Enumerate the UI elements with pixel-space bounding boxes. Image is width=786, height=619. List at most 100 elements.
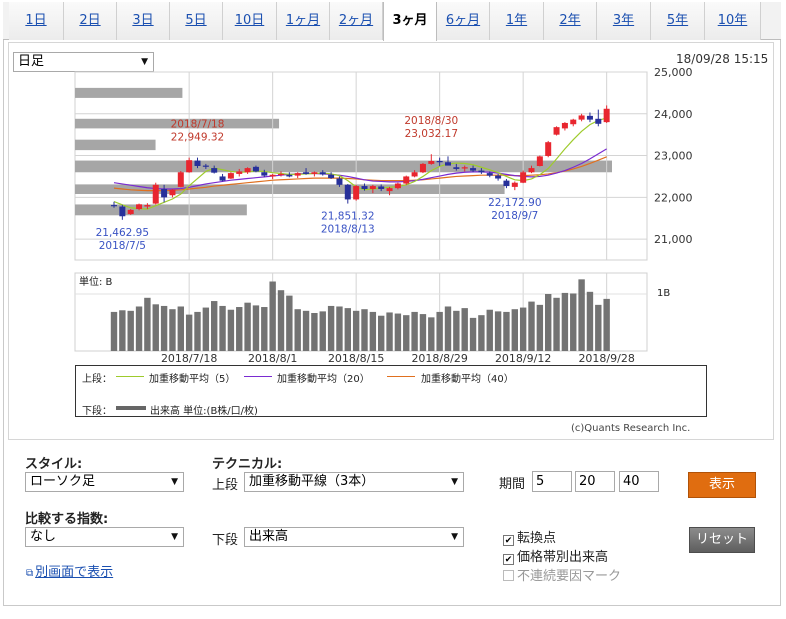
volume-bar	[369, 311, 377, 351]
candle-up	[369, 186, 376, 189]
date-tick-label: 2018/9/28	[578, 352, 634, 365]
style-label: スタイル:	[25, 457, 83, 472]
volume-bar	[135, 306, 143, 351]
volume-bar	[378, 315, 385, 351]
annotation-date: 2018/7/18	[171, 119, 225, 131]
price-tick-label: 21,000	[654, 233, 693, 246]
volume-bar	[169, 309, 176, 351]
legend-volume: 出来高 単位:(B株/口/枚)	[150, 406, 258, 417]
date-tick-label: 2018/7/18	[161, 352, 217, 365]
candle-down	[436, 160, 443, 163]
annotation-value: 22,949.32	[171, 132, 224, 144]
period-input-mid[interactable]: 20	[575, 471, 615, 492]
volume-bar	[394, 313, 402, 351]
candle-down	[119, 206, 126, 217]
candle-down	[344, 184, 351, 200]
checkmark-icon: ✔	[503, 554, 514, 565]
reset-button[interactable]: リセット	[689, 527, 755, 553]
period-label: 期間	[499, 477, 526, 492]
volume-bar	[352, 310, 360, 351]
upper-technical-select[interactable]: 加重移動平線（3本） ▼	[244, 472, 464, 492]
lower-technical-select[interactable]: 出来高 ▼	[244, 527, 464, 547]
candle-down	[486, 173, 493, 176]
volume-bar	[453, 310, 460, 351]
price-chart: 21,000 22,000 23,000 24,000 25,000 2018/7/18…	[74, 66, 693, 365]
volume-bar	[177, 306, 184, 351]
volume-bar	[219, 305, 226, 351]
volume-bar	[327, 305, 335, 351]
volume-bar	[110, 311, 118, 351]
volume-profile-band	[75, 139, 156, 151]
volume-bar	[336, 306, 343, 351]
technical-label: テクニカル:	[212, 457, 283, 472]
candle-down	[252, 166, 259, 172]
checkbox-volume-profile[interactable]: ✔ 価格帯別出来高	[503, 546, 608, 565]
candle-down	[470, 168, 477, 171]
show-button[interactable]: 表示	[688, 472, 756, 498]
candle-down	[111, 205, 117, 207]
new-window-link[interactable]: ⧉ 別画面で表示	[26, 561, 113, 580]
candle-down	[378, 186, 385, 189]
candle-down	[286, 174, 293, 177]
compare-select[interactable]: なし ▼	[25, 527, 184, 547]
candle-down	[202, 165, 209, 167]
volume-bar	[236, 307, 243, 351]
upper-technical-value: 加重移動平線（3本）	[249, 474, 375, 489]
volume-bar	[119, 310, 126, 351]
volume-profile-band	[75, 87, 183, 98]
lower-label: 下段	[212, 533, 239, 548]
volume-bar	[361, 309, 368, 351]
chevron-down-icon: ▼	[451, 532, 458, 542]
volume-bar	[227, 309, 235, 351]
checkbox-empty-icon	[503, 570, 514, 581]
candle-down	[319, 172, 326, 175]
candle-down	[453, 167, 460, 169]
compare-select-value: なし	[30, 529, 57, 544]
candle-up	[177, 172, 184, 187]
volume-unit-label: 単位: B	[79, 275, 113, 288]
candle-down	[503, 180, 510, 187]
volume-bar	[494, 311, 502, 351]
volume-bar	[603, 298, 610, 351]
volume-bar	[595, 304, 602, 351]
volume-bar	[536, 304, 544, 351]
volume-bar	[436, 311, 443, 351]
period-input-short[interactable]: 5	[532, 471, 572, 492]
candle-up	[294, 173, 301, 176]
volume-bar	[286, 295, 293, 351]
candle-down	[211, 168, 218, 173]
volume-bar	[586, 291, 594, 351]
legend-ma40-swatch	[387, 376, 415, 377]
volume-profile-band	[75, 204, 247, 216]
candle-up	[403, 176, 410, 184]
volume-bar	[261, 307, 268, 351]
period-input-long[interactable]: 40	[619, 471, 659, 492]
price-tick-label: 23,000	[654, 150, 693, 163]
checkbox-turning-point[interactable]: ✔ 転換点	[503, 527, 556, 546]
candle-down	[336, 178, 343, 185]
candle-up	[127, 209, 134, 215]
chevron-down-icon: ▼	[451, 477, 458, 487]
legend-ma20-swatch	[244, 376, 272, 377]
volume-bar	[570, 293, 577, 351]
volume-bar	[411, 311, 418, 351]
candle-up	[278, 173, 284, 176]
volume-bar	[478, 315, 485, 351]
style-select[interactable]: ローソク足 ▼	[25, 472, 184, 492]
price-tick-label: 25,000	[654, 66, 693, 79]
volume-bar	[528, 301, 535, 351]
candle-down	[194, 160, 201, 166]
candle-up	[603, 108, 610, 123]
annotation-date: 2018/8/30	[404, 115, 458, 127]
volume-bar	[561, 292, 569, 351]
legend-lower-label: 下段：	[82, 406, 112, 417]
annotation-value: 21,462.95	[96, 227, 149, 239]
annotation-date: 2018/7/5	[99, 240, 146, 252]
volume-bar	[469, 317, 477, 351]
price-axis: 21,000 22,000 23,000 24,000 25,000	[654, 66, 693, 246]
legend-ma5: 加重移動平均（5）	[149, 374, 236, 385]
candle-up	[570, 119, 577, 125]
volume-bar	[403, 315, 410, 351]
compare-label: 比較する指数:	[25, 512, 109, 527]
price-tick-label: 24,000	[654, 108, 693, 121]
